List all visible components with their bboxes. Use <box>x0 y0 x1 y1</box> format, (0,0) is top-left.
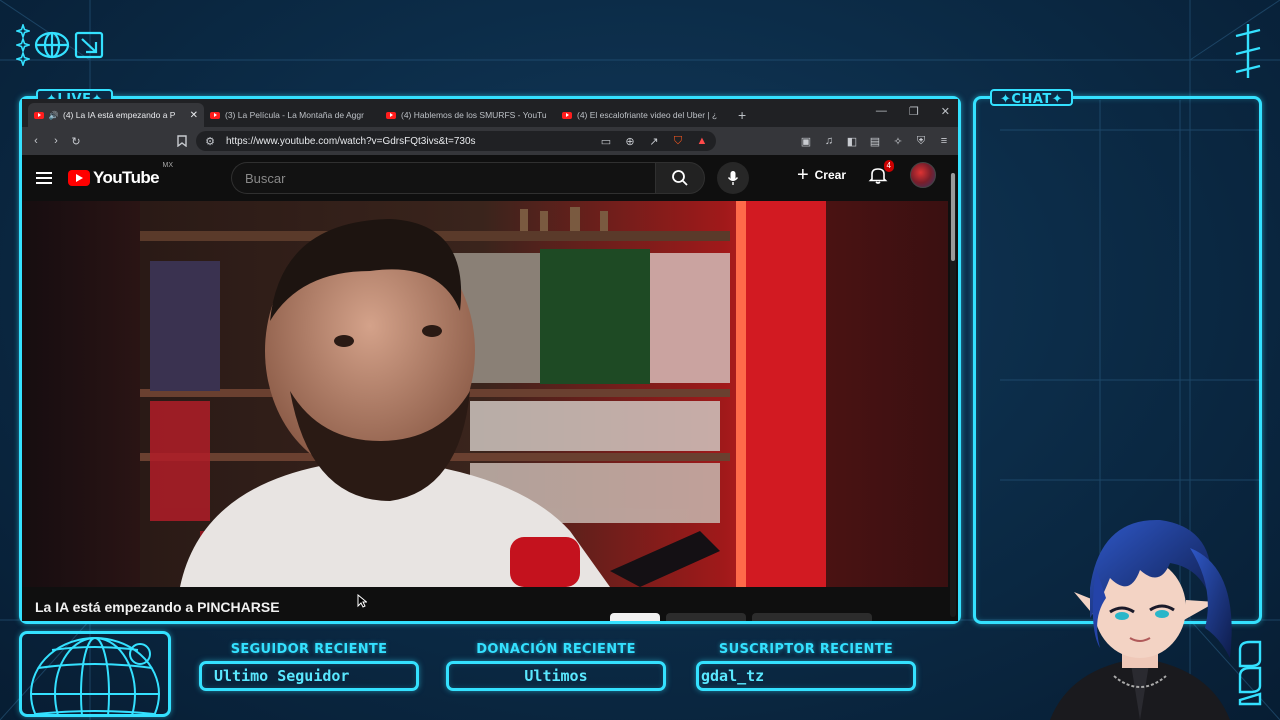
sparkle-deco-icon <box>1235 24 1261 78</box>
chip-selected[interactable] <box>610 613 660 621</box>
wire-globe-icon <box>30 637 160 714</box>
chat-tag-label: CHAT <box>1011 92 1052 107</box>
create-label: Crear <box>814 168 846 182</box>
tab-close-icon[interactable]: ✕ <box>190 110 198 121</box>
music-icon[interactable]: ♫ <box>823 135 835 147</box>
search-button[interactable] <box>655 162 705 194</box>
hamburger-menu-icon[interactable] <box>36 172 52 184</box>
mouse-cursor-icon <box>357 594 367 608</box>
widget-label: SEGUIDOR RECIENTE <box>230 642 388 657</box>
extensions: ▣ ♫ ◧ ▤ ✧ ⛨ ≡ <box>800 135 950 148</box>
tab-3[interactable]: (4) Hablemos de los SMURFS - YouTu <box>380 103 556 127</box>
wallet-icon[interactable]: ▤ <box>869 135 881 148</box>
region-code: MX <box>162 162 174 169</box>
youtube-logo[interactable]: YouTube MX <box>68 162 173 188</box>
mic-icon <box>727 171 739 185</box>
youtube-play-icon <box>68 170 90 186</box>
speaker-icon: 🔊 <box>48 110 59 120</box>
corner-icons <box>16 24 104 66</box>
chip[interactable] <box>666 613 746 621</box>
avatar[interactable] <box>910 162 936 188</box>
address-bar-row: ‹ › ↻ ⚙ https://www.youtube.com/watch?v=… <box>22 127 958 155</box>
url-text: https://www.youtube.com/watch?v=GdrsFQt3… <box>226 135 476 147</box>
globe-panel <box>19 631 171 717</box>
back-icon[interactable]: ‹ <box>30 135 42 147</box>
minimize-icon[interactable]: — <box>876 105 887 118</box>
youtube-logo-text: YouTube <box>93 168 160 187</box>
youtube-favicon-icon <box>210 111 220 119</box>
share-icon[interactable]: ↗ <box>648 135 660 148</box>
zoom-icon[interactable]: ⊕ <box>624 135 636 148</box>
search-input[interactable] <box>231 162 655 194</box>
youtube-header-actions: + Crear 4 <box>797 160 936 188</box>
tab-title: (4) Hablemos de los SMURFS - YouTu <box>401 110 547 120</box>
youtube-favicon-icon <box>386 111 396 119</box>
close-window-icon[interactable]: ✕ <box>941 105 950 118</box>
tab-title: (4) La IA está empezando a P <box>63 110 176 120</box>
notification-badge: 4 <box>883 160 894 172</box>
widget-label: DONACIÓN RECIENTE <box>476 642 636 657</box>
new-tab-button[interactable]: + <box>738 107 746 123</box>
tab-title: (3) La Película - La Montaña de Aggr <box>225 110 364 120</box>
stream-overlay: ✦LIVE✦ ✦CHAT✦ 🔊 (4) La IA está empezando… <box>0 0 1280 720</box>
tab-4[interactable]: (4) El escalofriante video del Uber | ¿ <box>556 103 732 127</box>
search-icon <box>672 170 688 186</box>
voice-search-button[interactable] <box>717 162 749 194</box>
globe-icon <box>34 31 70 59</box>
sidebar-icon[interactable]: ◧ <box>846 135 858 148</box>
widget-label: SUSCRIPTOR RECIENTE <box>718 642 894 657</box>
sparkle-cluster-icon <box>16 24 30 66</box>
video-side-right <box>826 201 948 587</box>
plus-icon: + <box>796 163 809 186</box>
scrollbar-thumb[interactable] <box>951 173 955 261</box>
recent-subscriber-widget: SUSCRIPTOR RECIENTE gdal_tz <box>696 642 916 691</box>
video-frame <box>140 201 826 587</box>
tab-active[interactable]: 🔊 (4) La IA está empezando a P ✕ <box>28 103 204 127</box>
forward-icon[interactable]: › <box>50 135 62 147</box>
vtuber-avatar <box>1050 519 1232 720</box>
bookmark-icon[interactable] <box>176 135 188 147</box>
reader-mode-icon[interactable]: ▣ <box>800 135 812 148</box>
recent-donation-widget: DONACIÓN RECIENTE Ultimos <box>446 642 666 691</box>
browser-window: 🔊 (4) La IA está empezando a P ✕ (3) La … <box>22 99 958 621</box>
rewards-icon[interactable]: ▲ <box>696 135 708 147</box>
menu-icon[interactable]: ≡ <box>938 135 950 147</box>
tab-2[interactable]: (3) La Película - La Montaña de Aggr <box>204 103 380 127</box>
window-controls: — ❐ ✕ <box>876 105 950 118</box>
create-button[interactable]: + Crear <box>797 164 846 187</box>
notifications-button[interactable]: 4 <box>868 160 894 185</box>
video-title: La IA está empezando a PINCHARSE <box>35 599 280 615</box>
site-settings-icon[interactable]: ⚙ <box>204 135 216 148</box>
tab-title: (4) El escalofriante video del Uber | ¿ <box>577 110 718 120</box>
chip-row <box>610 613 872 621</box>
video-side-left <box>22 201 140 587</box>
youtube-favicon-icon <box>562 111 572 119</box>
video-player[interactable] <box>22 201 948 587</box>
widget-value: gdal_tz <box>696 661 916 691</box>
vpn-icon[interactable]: ⛨ <box>915 135 927 147</box>
youtube-favicon-icon <box>34 111 44 119</box>
address-actions: ▭ ⊕ ↗ ⛉ ▲ <box>600 135 708 148</box>
ai-icon[interactable]: ✧ <box>892 135 904 148</box>
chip[interactable] <box>752 613 872 621</box>
arrow-down-right-icon <box>74 31 104 59</box>
tab-bar: 🔊 (4) La IA está empezando a P ✕ (3) La … <box>22 99 958 127</box>
search-bar <box>231 162 749 194</box>
widget-value: Ultimo Seguidor <box>199 661 419 691</box>
youtube-header: YouTube MX + Crear 4 <box>22 155 958 201</box>
reload-icon[interactable]: ↻ <box>70 135 82 148</box>
restore-icon[interactable]: ❐ <box>909 105 919 118</box>
video-still <box>140 201 826 587</box>
recent-follower-widget: SEGUIDOR RECIENTE Ultimo Seguidor <box>199 642 419 691</box>
cast-icon[interactable]: ▭ <box>600 135 612 148</box>
chat-tag: ✦CHAT✦ <box>990 89 1074 107</box>
widget-value: Ultimos <box>446 661 666 691</box>
brave-shield-icon[interactable]: ⛉ <box>672 135 684 147</box>
url-field[interactable]: ⚙ https://www.youtube.com/watch?v=GdrsFQ… <box>196 131 716 151</box>
